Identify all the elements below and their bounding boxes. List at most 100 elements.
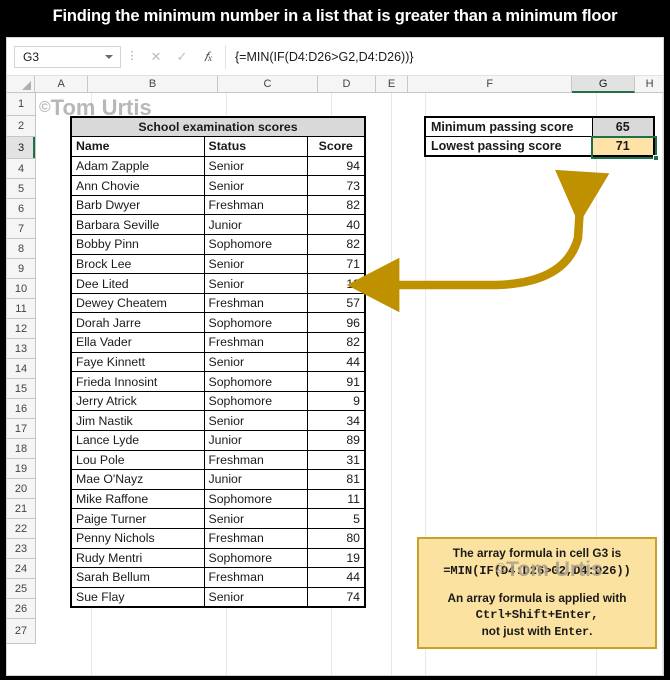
column-header-G[interactable]: G (572, 76, 636, 93)
select-all-corner[interactable] (7, 76, 35, 93)
row-header-26[interactable]: 26 (7, 599, 36, 619)
table-row[interactable]: Bobby Pinn Sophomore 82 (70, 234, 366, 255)
cell-score: 71 (306, 253, 366, 275)
callout-line-5-suffix: . (589, 624, 593, 639)
cell-name: Bobby Pinn (70, 234, 205, 255)
table-row[interactable]: Paige Turner Senior 5 (70, 508, 366, 529)
cell-score: 31 (306, 449, 366, 471)
row-header-23[interactable]: 23 (7, 539, 36, 559)
table-row[interactable]: Adam Zapple Senior 94 (70, 155, 366, 177)
table-row[interactable]: Lou Pole Freshman 31 (70, 449, 366, 471)
table-row[interactable]: Dorah Jarre Sophomore 96 (70, 312, 366, 334)
table-row[interactable]: Mike Raffone Sophomore 11 (70, 488, 366, 510)
cell-name: Paige Turner (70, 508, 205, 529)
cell-name: Sue Flay (70, 586, 205, 608)
cell-score: 91 (306, 371, 366, 392)
column-header-B[interactable]: B (88, 76, 218, 93)
row-header-14[interactable]: 14 (7, 359, 36, 379)
row-header-18[interactable]: 18 (7, 439, 36, 459)
more-options-icon[interactable]: ⋮ (121, 51, 143, 62)
table-row[interactable]: Sue Flay Senior 74 (70, 586, 366, 608)
table-row[interactable]: Lance Lyde Junior 89 (70, 430, 366, 451)
table-row[interactable]: Brock Lee Senior 71 (70, 253, 366, 275)
cell-status: Senior (203, 155, 308, 177)
column-header-E[interactable]: E (375, 76, 409, 93)
row-header-24[interactable]: 24 (7, 559, 36, 579)
cell-status: Senior (203, 586, 308, 608)
row-header-2[interactable]: 2 (7, 116, 36, 137)
screenshot-root: Finding the minimum number in a list tha… (0, 0, 670, 680)
table-row[interactable]: Sarah Bellum Freshman 44 (70, 567, 366, 588)
table-row[interactable]: Ella Vader Freshman 82 (70, 332, 366, 353)
table-row[interactable]: Mae O'Nayz Junior 81 (70, 469, 366, 490)
row-header-10[interactable]: 10 (7, 279, 36, 299)
cancel-icon[interactable]: ✕ (143, 49, 169, 65)
cell-name: Mike Raffone (70, 488, 205, 510)
table-row[interactable]: Jerry Atrick Sophomore 9 (70, 390, 366, 412)
row-header-6[interactable]: 6 (7, 199, 36, 219)
column-header-H[interactable]: H (635, 76, 663, 93)
table-row[interactable]: Penny Nichols Freshman 80 (70, 527, 366, 549)
row-header-16[interactable]: 16 (7, 399, 36, 419)
row-header-19[interactable]: 19 (7, 459, 36, 479)
cell-name: Adam Zapple (70, 155, 205, 177)
min-score-label: Minimum passing score (424, 116, 593, 138)
row-header-22[interactable]: 22 (7, 519, 36, 539)
table-row[interactable]: Jim Nastik Senior 34 (70, 410, 366, 431)
table-row[interactable]: Barb Dwyer Freshman 82 (70, 194, 366, 216)
column-header-C[interactable]: C (217, 76, 319, 93)
cell-status: Sophomore (203, 234, 308, 255)
cell-name: Lou Pole (70, 449, 205, 471)
insert-function-icon[interactable]: 𝑓x (195, 49, 221, 65)
table-row[interactable]: Barbara Seville Junior 40 (70, 214, 366, 236)
result-box: Minimum passing score 65 Lowest passing … (424, 116, 655, 158)
row-header-20[interactable]: 20 (7, 479, 36, 499)
row-header-17[interactable]: 17 (7, 419, 36, 439)
row-header-21[interactable]: 21 (7, 499, 36, 519)
row-header-27[interactable]: 27 (7, 619, 36, 644)
column-header-status: Status (203, 136, 308, 157)
cell-status: Senior (203, 351, 308, 373)
min-score-value[interactable]: 65 (591, 116, 655, 138)
cell-score: 5 (306, 508, 366, 529)
row-header-9[interactable]: 9 (7, 259, 36, 279)
row-header-15[interactable]: 15 (7, 379, 36, 399)
table-row[interactable]: Dewey Cheatem Freshman 57 (70, 292, 366, 314)
cell-score: 73 (306, 175, 366, 196)
row-header-11[interactable]: 11 (7, 299, 36, 319)
cell-status: Freshman (203, 449, 308, 471)
row-header-12[interactable]: 12 (7, 319, 36, 339)
cell-score: 89 (306, 430, 366, 451)
row-header-25[interactable]: 25 (7, 579, 36, 599)
table-row[interactable]: Dee Lited Senior 19 (70, 273, 366, 294)
callout-shortcut: Ctrl+Shift+Enter, (475, 608, 599, 623)
row-header-3[interactable]: 3 (7, 137, 36, 159)
lowest-passing-value[interactable]: 71 (591, 136, 655, 157)
row-header-13[interactable]: 13 (7, 339, 36, 359)
table-row[interactable]: Faye Kinnett Senior 44 (70, 351, 366, 373)
callout-line-5: not just with Enter. (482, 624, 593, 640)
row-header-5[interactable]: 5 (7, 179, 36, 199)
row-header-1[interactable]: 1 (7, 93, 36, 116)
row-header-4[interactable]: 4 (7, 159, 36, 179)
cell-score: 9 (306, 390, 366, 412)
formula-input[interactable]: {=MIN(IF(D4:D26>G2,D4:D26))} (225, 44, 657, 69)
cell-score: 96 (306, 312, 366, 334)
gridline (662, 93, 663, 675)
column-header-D[interactable]: D (318, 76, 376, 93)
row-header-7[interactable]: 7 (7, 219, 36, 239)
table-row[interactable]: Ann Chovie Senior 73 (70, 175, 366, 196)
cell-status: Senior (203, 410, 308, 431)
cell-status: Freshman (203, 567, 308, 588)
confirm-icon[interactable]: ✓ (169, 49, 195, 65)
cell-status: Sophomore (203, 371, 308, 392)
chevron-down-icon[interactable] (105, 54, 113, 59)
callout-enter-key: Enter (554, 626, 590, 640)
table-row[interactable]: Rudy Mentri Sophomore 19 (70, 547, 366, 569)
row-header-8[interactable]: 8 (7, 239, 36, 259)
name-box[interactable]: G3 (14, 45, 121, 68)
fill-handle[interactable] (653, 155, 659, 161)
column-header-A[interactable]: A (34, 76, 89, 93)
table-row[interactable]: Frieda Innosint Sophomore 91 (70, 371, 366, 392)
column-header-F[interactable]: F (408, 76, 573, 93)
